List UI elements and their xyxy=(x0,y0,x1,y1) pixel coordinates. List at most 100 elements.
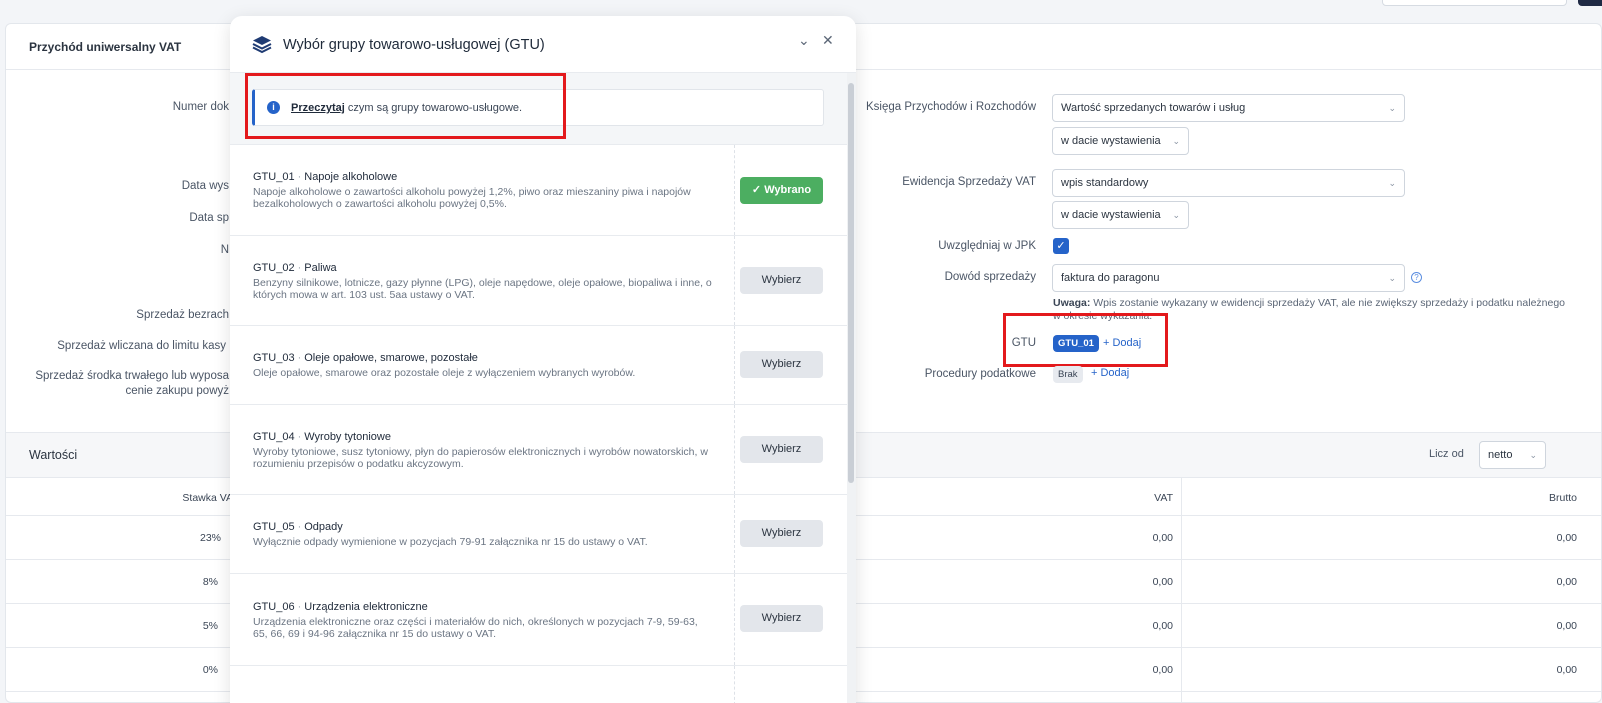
column-stawka: Stawka VA xyxy=(182,492,233,504)
modal-title: Wybór grupy towarowo-usługowej (GTU) xyxy=(283,37,545,53)
layers-icon xyxy=(252,36,272,54)
top-search-input[interactable] xyxy=(1382,0,1567,6)
gtu-name: Wyroby tytoniowe xyxy=(304,431,391,443)
label-asset-sale-line1: Sprzedaż środka trwałego lub wyposa xyxy=(35,370,229,382)
row-brutto: 0,00 xyxy=(1556,532,1577,544)
label-sale-date: Data sp xyxy=(189,212,229,224)
choose-button[interactable]: Wybierz xyxy=(740,605,823,632)
row-vat: 0,00 xyxy=(1152,532,1173,544)
kpir-select-value: Wartość sprzedanych towarów i usług xyxy=(1061,102,1246,114)
dowod-select-value: faktura do paragonu xyxy=(1061,272,1160,284)
list-item: GTU_02 · Paliwa Benzyny silnikowe, lotnicz… xyxy=(230,236,847,326)
label-ewidencja: Ewidencja Sprzedaży VAT xyxy=(902,176,1036,188)
ewidencja-select[interactable]: wpis standardowy ⌄ xyxy=(1052,169,1405,197)
row-brutto: 0,00 xyxy=(1556,576,1577,588)
choose-button[interactable]: Wybierz xyxy=(740,436,823,463)
modal-body: i Przeczytaj czym są grupy towarowo-usłu… xyxy=(230,73,847,703)
item-separator xyxy=(734,574,735,665)
gtu-name: Napoje alkoholowe xyxy=(304,171,398,183)
gtu-desc: Napoje alkoholowe o zawartości alkoholu … xyxy=(253,186,691,210)
ewidencja-date-select[interactable]: w dacie wystawienia ⌄ xyxy=(1052,201,1189,229)
gtu-name: Odpady xyxy=(304,521,343,533)
list-item: GTU_03 · Oleje opałowe, smarowe, pozostałe… xyxy=(230,326,847,405)
chevron-down-icon: ⌄ xyxy=(1529,450,1537,460)
chevron-down-icon: ⌄ xyxy=(1172,210,1180,220)
row-vat: 0,00 xyxy=(1152,620,1173,632)
liczod-select[interactable]: netto ⌄ xyxy=(1479,441,1546,469)
label-asset-sale-line2: cenie zakupu powyż xyxy=(125,385,229,397)
values-section-title: Wartości xyxy=(29,448,78,462)
item-separator xyxy=(734,236,735,325)
help-icon[interactable]: ? xyxy=(1411,272,1422,283)
jpk-checkbox[interactable]: ✓ xyxy=(1053,238,1069,254)
list-item xyxy=(230,666,847,703)
row-brutto: 0,00 xyxy=(1556,664,1577,676)
gtu-item-title: GTU_05 · Odpady xyxy=(253,521,343,533)
gtu-code: GTU_03 xyxy=(253,352,295,364)
highlight-box-gtu xyxy=(1003,313,1168,367)
gtu-name: Oleje opałowe, smarowe, pozostałe xyxy=(304,352,478,364)
column-vat: VAT xyxy=(1154,492,1173,504)
kpir-date-value: w dacie wystawienia xyxy=(1061,135,1161,147)
gtu-code: GTU_04 xyxy=(253,431,295,443)
row-vat: 0,00 xyxy=(1152,664,1173,676)
column-brutto: Brutto xyxy=(1548,492,1577,504)
top-action-button[interactable] xyxy=(1578,0,1602,6)
row-rate: 5% xyxy=(202,620,218,632)
liczod-value: netto xyxy=(1488,449,1513,461)
item-separator xyxy=(734,405,735,494)
row-vat: 0,00 xyxy=(1152,576,1173,588)
gtu-code: GTU_02 xyxy=(253,262,295,274)
row-rate: 0% xyxy=(202,664,218,676)
chevron-down-icon: ⌄ xyxy=(1172,136,1180,146)
gtu-item-title: GTU_06 · Urządzenia elektroniczne xyxy=(253,601,428,613)
scrollbar-thumb[interactable] xyxy=(848,83,854,483)
chevron-down-icon: ⌄ xyxy=(1388,273,1396,283)
modal-scrollbar[interactable] xyxy=(847,73,856,703)
procedury-add-link[interactable]: + Dodaj xyxy=(1091,367,1129,379)
gtu-code: GTU_01 xyxy=(253,171,295,183)
gtu-item-title: GTU_02 · Paliwa xyxy=(253,262,337,274)
close-icon[interactable]: ✕ xyxy=(822,32,834,49)
chevron-down-icon: ⌄ xyxy=(1388,103,1396,113)
item-separator xyxy=(734,145,735,235)
check-icon: ✓ xyxy=(751,184,765,196)
list-item: GTU_05 · Odpady Wyłącznie odpady wymienion… xyxy=(230,495,847,574)
dowod-select[interactable]: faktura do paragonu ⌄ xyxy=(1052,264,1405,292)
label-n: N xyxy=(220,244,229,256)
gtu-desc: Wyłącznie odpady wymienione w pozycjach … xyxy=(253,536,648,548)
kpir-date-select[interactable]: w dacie wystawienia ⌄ xyxy=(1052,127,1189,155)
choose-button[interactable]: Wybierz xyxy=(740,267,823,294)
row-rate: 8% xyxy=(202,576,218,588)
choose-button[interactable]: Wybierz xyxy=(740,351,823,378)
choose-button[interactable]: Wybierz xyxy=(740,520,823,547)
gtu-desc: Benzyny silnikowe, lotnicze, gazy płynne… xyxy=(253,277,712,301)
highlight-box-info xyxy=(245,73,566,139)
gtu-code: GTU_06 xyxy=(253,601,295,613)
modal-header: Wybór grupy towarowo-usługowej (GTU) ⌄ ✕ xyxy=(230,16,856,73)
label-sale-cash-limit: Sprzedaż wliczana do limitu kasy xyxy=(57,340,226,352)
list-item: GTU_06 · Urządzenia elektroniczne Urządzen… xyxy=(230,574,847,666)
list-item: GTU_01 · Napoje alkoholowe Napoje alkoholo… xyxy=(230,145,847,236)
gtu-item-title: GTU_03 · Oleje opałowe, smarowe, pozostałe xyxy=(253,352,478,364)
kpir-select[interactable]: Wartość sprzedanych towarów i usług ⌄ xyxy=(1052,94,1405,122)
note-bold: Uwaga: xyxy=(1053,297,1091,309)
gtu-name: Urządzenia elektroniczne xyxy=(304,601,428,613)
gtu-list: GTU_01 · Napoje alkoholowe Napoje alkoholo… xyxy=(230,144,847,703)
gtu-name: Paliwa xyxy=(304,262,337,274)
item-separator xyxy=(734,495,735,573)
procedury-badge[interactable]: Brak xyxy=(1053,366,1083,383)
row-rate: 23% xyxy=(199,532,221,544)
chevron-down-icon: ⌄ xyxy=(1388,178,1396,188)
gtu-item-title: GTU_04 · Wyroby tytoniowe xyxy=(253,431,391,443)
label-dowod: Dowód sprzedaży xyxy=(944,271,1036,283)
label-jpk: Uwzględniaj w JPK xyxy=(938,240,1036,252)
selected-button[interactable]: ✓ Wybrano xyxy=(740,177,823,204)
gtu-code: GTU_05 xyxy=(253,521,295,533)
gtu-desc: Urządzenia elektroniczne oraz części i m… xyxy=(253,616,698,640)
collapse-chevron-icon[interactable]: ⌄ xyxy=(798,32,810,49)
liczod-label: Licz od xyxy=(1429,448,1464,460)
ewidencja-date-value: w dacie wystawienia xyxy=(1061,209,1161,221)
label-document-number: Numer dok xyxy=(172,101,229,113)
gtu-desc: Wyroby tytoniowe, susz tytoniowy, płyn d… xyxy=(253,446,708,470)
